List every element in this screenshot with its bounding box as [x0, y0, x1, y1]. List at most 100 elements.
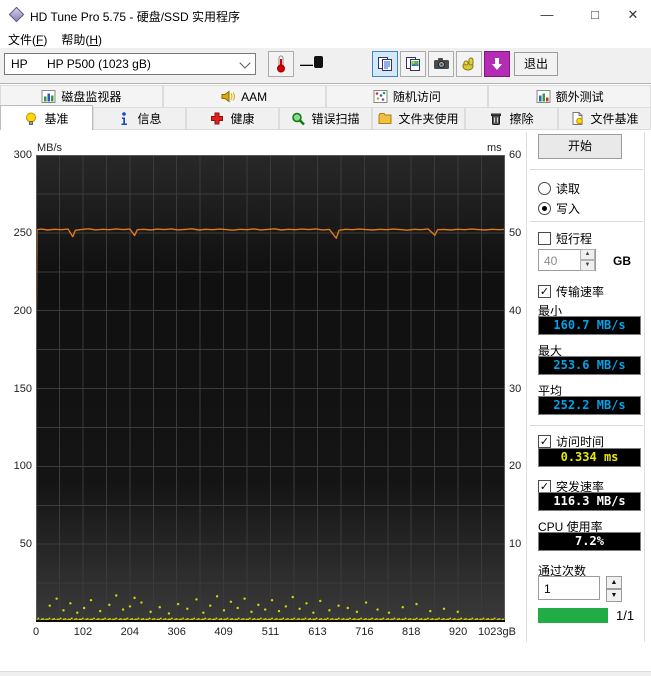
- tab-row-primary: 基准 信息 健康 错误扫描 文件夹使用 擦除 文件基准: [0, 105, 651, 130]
- close-button[interactable]: ✕: [618, 0, 648, 30]
- y-left-tick: 300: [13, 149, 32, 161]
- burst-rate-checkbox[interactable]: ✓: [538, 479, 551, 493]
- transfer-rate-checkbox[interactable]: ✓: [538, 284, 551, 298]
- drive-select[interactable]: HP HP P500 (1023 gB): [4, 53, 256, 75]
- x-tick: 102: [73, 626, 93, 638]
- x-tick: 613: [308, 626, 327, 638]
- tab-extra-tests-label: 额外测试: [555, 90, 604, 104]
- y-left-tick: 150: [13, 382, 32, 395]
- tab-folder-usage[interactable]: 文件夹使用: [372, 107, 465, 130]
- read-radio[interactable]: [538, 181, 551, 195]
- pass-count-value: 1: [544, 582, 551, 596]
- access-time-display: 0.334 ms: [538, 448, 641, 467]
- tab-info[interactable]: 信息: [93, 107, 186, 130]
- disk-monitor-icon: [41, 90, 56, 103]
- short-stroke-checkbox[interactable]: [538, 231, 551, 245]
- drive-short-label: HP: [11, 57, 28, 71]
- tab-health[interactable]: 健康: [186, 107, 279, 130]
- read-radio-row[interactable]: 读取: [538, 180, 580, 196]
- access-time-label: 访问时间: [556, 434, 605, 449]
- x-tick: 306: [167, 626, 186, 638]
- tab-error-scan[interactable]: 错误扫描: [279, 107, 372, 130]
- x-tick: 204: [120, 626, 139, 638]
- write-radio-label: 写入: [556, 201, 581, 216]
- y-right-unit: ms: [487, 142, 502, 154]
- pass-count-field[interactable]: 1: [538, 576, 600, 600]
- tab-info-label: 信息: [137, 112, 162, 126]
- min-value-display: 160.7 MB/s: [538, 316, 641, 335]
- panel-divider: [526, 132, 527, 642]
- erase-icon: [491, 113, 502, 125]
- exit-button[interactable]: 退出: [514, 52, 558, 76]
- donate-button[interactable]: [456, 51, 482, 77]
- access-time-checkbox[interactable]: ✓: [538, 434, 551, 448]
- access-time-row[interactable]: ✓ 访问时间: [538, 433, 604, 449]
- tab-erase[interactable]: 擦除: [465, 107, 558, 130]
- y-left-tick: 250: [13, 226, 32, 239]
- tab-benchmark-label: 基准: [44, 111, 69, 126]
- x-tick: 716: [355, 626, 374, 638]
- tab-random-access[interactable]: 随机访问: [325, 85, 489, 107]
- menu-item-1[interactable]: 帮助(H): [55, 30, 108, 49]
- tab-extra-tests[interactable]: 额外测试: [488, 85, 651, 107]
- copy-report-button[interactable]: [372, 51, 398, 77]
- write-radio-row[interactable]: 写入: [538, 200, 580, 216]
- separator: [530, 221, 643, 222]
- tab-file-benchmark-label: 文件基准: [590, 112, 639, 126]
- toolbar: HP HP P500 (1023 gB) — 退出: [0, 48, 651, 84]
- write-radio[interactable]: [538, 201, 551, 215]
- tab-file-benchmark[interactable]: 文件基准: [558, 107, 651, 130]
- speaker-icon: [221, 90, 236, 103]
- spin-up-icon[interactable]: ▲: [606, 576, 622, 589]
- minimize-button[interactable]: —: [532, 0, 562, 30]
- temperature-button[interactable]: [268, 51, 294, 77]
- y-left-tick: 100: [13, 460, 32, 473]
- y-left-unit: MB/s: [37, 142, 63, 154]
- pass-count-spinner: ▲ ▼: [606, 576, 622, 602]
- short-stroke-row[interactable]: 短行程: [538, 230, 592, 246]
- tab-disk-monitor-label: 磁盘监视器: [61, 90, 122, 104]
- info-icon: [121, 112, 128, 125]
- benchmark-icon: [26, 112, 37, 125]
- extra-tests-icon: [536, 90, 551, 103]
- menubar: 文件(F) 帮助(H): [0, 30, 651, 48]
- update-button[interactable]: [484, 51, 510, 77]
- separator: [530, 425, 643, 426]
- tab-aam[interactable]: AAM: [162, 85, 326, 107]
- y-right-tick: 10: [509, 538, 522, 551]
- benchmark-panel: MB/s ms 300 250 200 150 100 50 60 50 40 30 20 10 0…: [0, 130, 651, 671]
- chevron-down-icon: [239, 57, 251, 69]
- health-icon: [211, 112, 224, 125]
- random-access-icon: [373, 90, 388, 103]
- short-stroke-size-value: 40: [544, 254, 558, 268]
- tab-error-scan-label: 错误扫描: [311, 112, 360, 126]
- spin-down-icon[interactable]: ▼: [606, 589, 622, 602]
- spin-up-icon[interactable]: ▲: [580, 249, 595, 260]
- hd-tune-window: HD Tune Pro 5.75 - 硬盘/SSD 实用程序 — □ ✕ 文件(…: [0, 0, 651, 676]
- error-scan-icon: [292, 112, 306, 126]
- y-right-tick: 40: [509, 304, 522, 317]
- spin-down-icon[interactable]: ▼: [580, 260, 595, 271]
- start-button[interactable]: 开始: [538, 134, 622, 159]
- tab-folder-usage-label: 文件夹使用: [398, 112, 459, 126]
- y-right-tick: 50: [509, 226, 522, 239]
- short-stroke-size-field[interactable]: 40 ▲ ▼: [538, 249, 596, 271]
- copy-image-button[interactable]: [400, 51, 426, 77]
- menu-item-0[interactable]: 文件(F): [2, 30, 53, 49]
- y-right-tick: 30: [509, 382, 522, 395]
- tab-disk-monitor[interactable]: 磁盘监视器: [0, 85, 163, 107]
- download-arrow-icon: [492, 58, 502, 70]
- x-tick: 511: [261, 626, 280, 638]
- y-right-tick: 20: [509, 460, 522, 473]
- maximize-button[interactable]: □: [580, 0, 610, 30]
- copy-report-icon: [378, 57, 392, 71]
- file-benchmark-icon: [572, 112, 584, 125]
- screenshot-button[interactable]: [428, 51, 454, 77]
- x-tick: 0: [32, 626, 40, 638]
- x-tick: 818: [402, 626, 421, 638]
- transfer-rate-row[interactable]: ✓ 传输速率: [538, 283, 604, 299]
- max-value-display: 253.6 MB/s: [538, 356, 641, 375]
- tab-benchmark[interactable]: 基准: [0, 105, 93, 130]
- camera-icon: [433, 58, 449, 69]
- temperature-unit-glyph: [314, 56, 323, 68]
